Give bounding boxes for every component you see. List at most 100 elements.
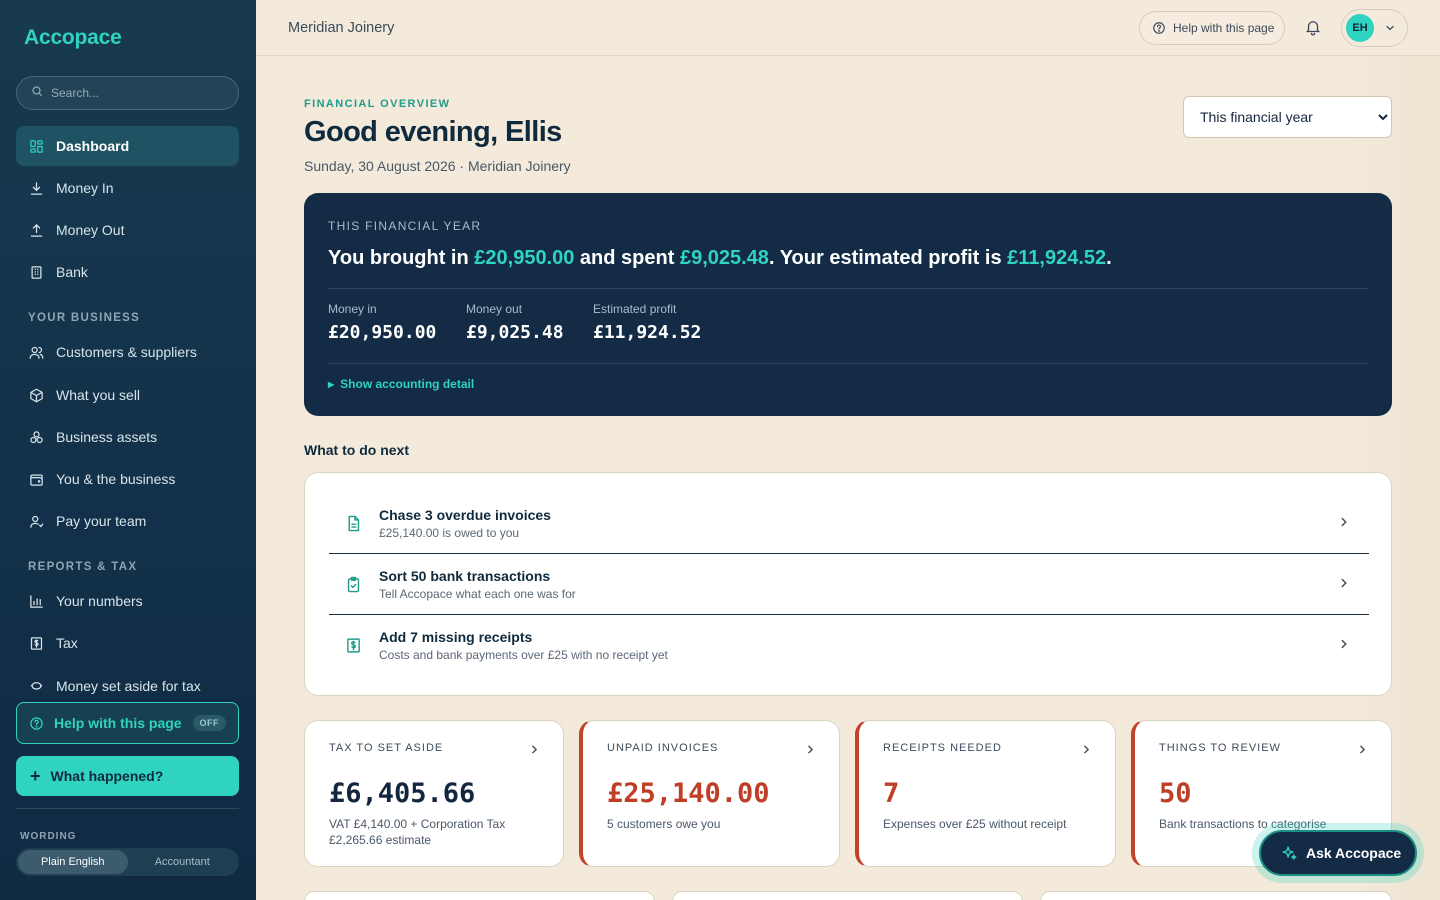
sidebar-item-label: Money Out [56,222,125,238]
period-select[interactable]: This financial year [1183,96,1392,138]
wallet-icon [28,471,44,487]
sidebar: Accopace Dashboard Money In Money Out Ba… [0,0,256,900]
wording-option-accountant[interactable]: Accountant [128,850,238,874]
sidebar-item-money-out[interactable]: Money Out [16,210,239,250]
sparkle-icon [1281,845,1298,862]
todo-text: Add 7 missing receipts Costs and bank pa… [379,629,668,662]
sidebar-divider [16,808,239,809]
kpi-subtitle: VAT £4,140.00 + Corporation Tax £2,265.6… [329,817,506,847]
stat-value: £11,924.52 [593,322,702,343]
ask-accopace-button[interactable]: Ask Accopace [1259,830,1417,876]
user-menu-button[interactable]: EH [1341,9,1408,47]
link-label: Show accounting detail [340,377,475,391]
card-below-fold [1040,891,1392,900]
dashboard-icon [28,138,44,154]
todo-title: Chase 3 overdue invoices [379,506,551,523]
stat-label: Money out [466,302,523,316]
download-icon [28,180,44,196]
summary-overline: THIS FINANCIAL YEAR [328,219,482,233]
chevron-right-icon [1337,637,1351,651]
sidebar-item-label: Business assets [56,429,158,445]
kpi-label: THINGS TO REVIEW [1159,742,1281,754]
todo-card: Chase 3 overdue invoices £25,140.00 is o… [304,472,1392,696]
kpi-value: £6,405.66 [329,778,476,809]
document-icon [345,515,365,532]
triangle-right-icon: ▶ [328,379,335,389]
sidebar-item-money-in[interactable]: Money In [16,168,239,208]
help-button-label: Help with this page [1173,21,1275,35]
kpi-label: TAX TO SET ASIDE [329,742,444,754]
headline-text: . Your estimated profit is [768,247,1008,269]
stat-label: Money in [328,302,377,316]
upload-icon [28,222,44,238]
stat-label: Estimated profit [593,302,677,316]
headline-text: You brought in [328,247,475,269]
sidebar-item-label: Bank [56,264,88,280]
assets-icon [28,429,44,445]
bar-chart-icon [28,593,44,609]
ask-button-label: Ask Accopace [1306,845,1402,861]
sidebar-item-label: Your numbers [56,593,143,609]
sidebar-item-money-set-aside[interactable]: Money set aside for tax [16,666,239,706]
avatar: EH [1346,14,1374,42]
what-happened-button[interactable]: + What happened? [16,756,239,796]
search-input[interactable] [51,86,221,100]
page-overline: FINANCIAL OVERVIEW [304,98,451,110]
chevron-right-icon [1337,515,1351,529]
headline-text: and spent [574,247,680,269]
sidebar-item-business-assets[interactable]: Business assets [16,417,239,457]
page-subtitle: Sunday, 30 August 2026 · Meridian Joiner… [304,158,571,174]
topbar: Meridian Joinery Help with this page EH [256,0,1440,56]
kpi-value: 7 [883,778,900,809]
search-icon [31,84,43,102]
kpi-unpaid-invoices[interactable]: UNPAID INVOICES £25,140.00 5 customers o… [579,720,840,867]
chevron-right-icon [804,743,817,756]
sidebar-item-label: Customers & suppliers [56,344,197,360]
sidebar-item-your-numbers[interactable]: Your numbers [16,581,239,621]
stat-value: £20,950.00 [328,322,437,343]
chevron-down-icon [1384,22,1396,34]
kpi-receipts-needed[interactable]: RECEIPTS NEEDED 7 Expenses over £25 with… [855,720,1116,867]
plus-icon: + [30,766,41,786]
stat-money-out: Money out £9,025.48 [466,302,564,343]
show-accounting-detail-link[interactable]: ▶ Show accounting detail [328,377,474,391]
sidebar-item-you-and-business[interactable]: You & the business [16,459,239,499]
headline-money-out: £9,025.48 [679,247,769,269]
kpi-subtitle: 5 customers owe you [607,817,721,831]
todo-item-chase-invoices[interactable]: Chase 3 overdue invoices £25,140.00 is o… [329,493,1369,554]
user-icon [28,513,44,529]
help-with-page-button[interactable]: Help with this page [1139,11,1285,45]
sidebar-item-what-you-sell[interactable]: What you sell [16,375,239,415]
sidebar-item-tax[interactable]: Tax [16,623,239,663]
todo-item-sort-transactions[interactable]: Sort 50 bank transactions Tell Accopace … [329,554,1369,615]
sidebar-item-bank[interactable]: Bank [16,252,239,292]
sidebar-item-label: Money set aside for tax [56,678,201,694]
stat-money-in: Money in £20,950.00 [328,302,436,343]
piggy-bank-icon [28,678,44,694]
section-label-reports: REPORTS & TAX [28,561,138,573]
kpi-tax-to-set-aside[interactable]: TAX TO SET ASIDE £6,405.66 VAT £4,140.00… [304,720,564,867]
search-box[interactable] [16,76,239,110]
sidebar-item-customers-suppliers[interactable]: Customers & suppliers [16,332,239,372]
wording-label: WORDING [20,831,77,842]
sidebar-item-label: Dashboard [56,138,130,154]
section-label-business: YOUR BUSINESS [28,312,141,324]
stat-value: £9,025.48 [466,322,564,343]
kpi-subtitle: Expenses over £25 without receipt [883,817,1067,831]
app-logo[interactable]: Accopace [24,26,122,50]
stat-estimated-profit: Estimated profit £11,924.52 [593,302,701,343]
tax-icon [28,635,44,651]
help-circle-icon [1152,21,1166,35]
todo-title: Add 7 missing receipts [379,629,533,645]
sidebar-item-dashboard[interactable]: Dashboard [16,126,239,166]
help-with-page-toggle[interactable]: Help with this page OFF [16,702,239,744]
summary-divider [328,363,1368,364]
sidebar-item-pay-your-team[interactable]: Pay your team [16,501,239,541]
chevron-right-icon [528,743,541,756]
wording-option-plain-english[interactable]: Plain English [18,850,128,874]
sidebar-item-label: What you sell [56,387,141,403]
todo-text: Chase 3 overdue invoices £25,140.00 is o… [379,507,551,540]
todo-item-missing-receipts[interactable]: Add 7 missing receipts Costs and bank pa… [329,615,1369,676]
bell-icon[interactable] [1304,18,1322,41]
help-toggle-label: Help with this page [54,715,182,731]
